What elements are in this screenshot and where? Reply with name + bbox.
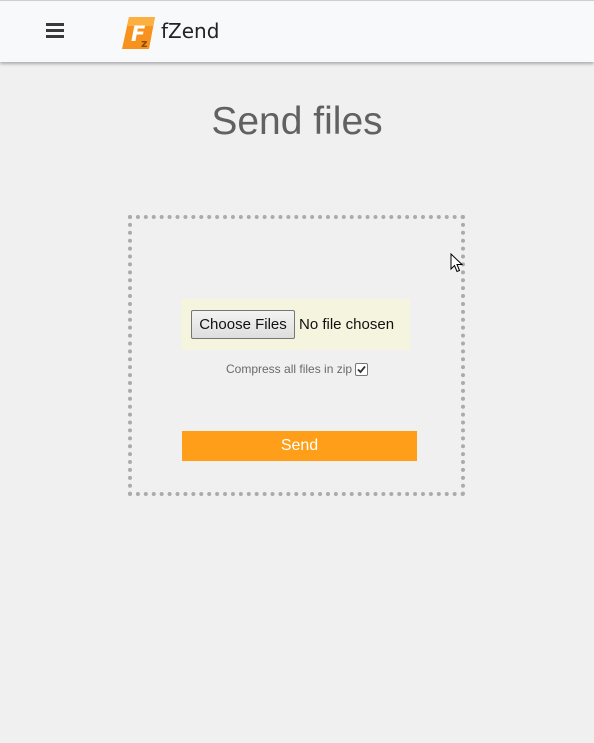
compress-option: Compress all files in zip — [226, 362, 369, 376]
page-title: Send files — [211, 100, 383, 143]
brand[interactable]: F z fZend — [122, 17, 219, 49]
choose-files-button[interactable]: Choose Files — [191, 310, 295, 339]
compress-checkbox[interactable] — [355, 362, 369, 376]
checkmark-icon — [357, 365, 366, 373]
fzend-logo-icon: F z — [122, 17, 155, 49]
svg-text:z: z — [141, 37, 147, 49]
hamburger-menu-icon[interactable] — [44, 19, 66, 41]
mouse-pointer-icon — [450, 253, 464, 273]
file-status-text: No file chosen — [299, 316, 395, 333]
brand-name: fZend — [161, 19, 220, 43]
send-button[interactable]: Send — [182, 431, 417, 461]
file-input: Choose Files No file chosen — [181, 299, 410, 350]
compress-label: Compress all files in zip — [226, 362, 353, 376]
top-bar: F z fZend — [0, 0, 594, 62]
